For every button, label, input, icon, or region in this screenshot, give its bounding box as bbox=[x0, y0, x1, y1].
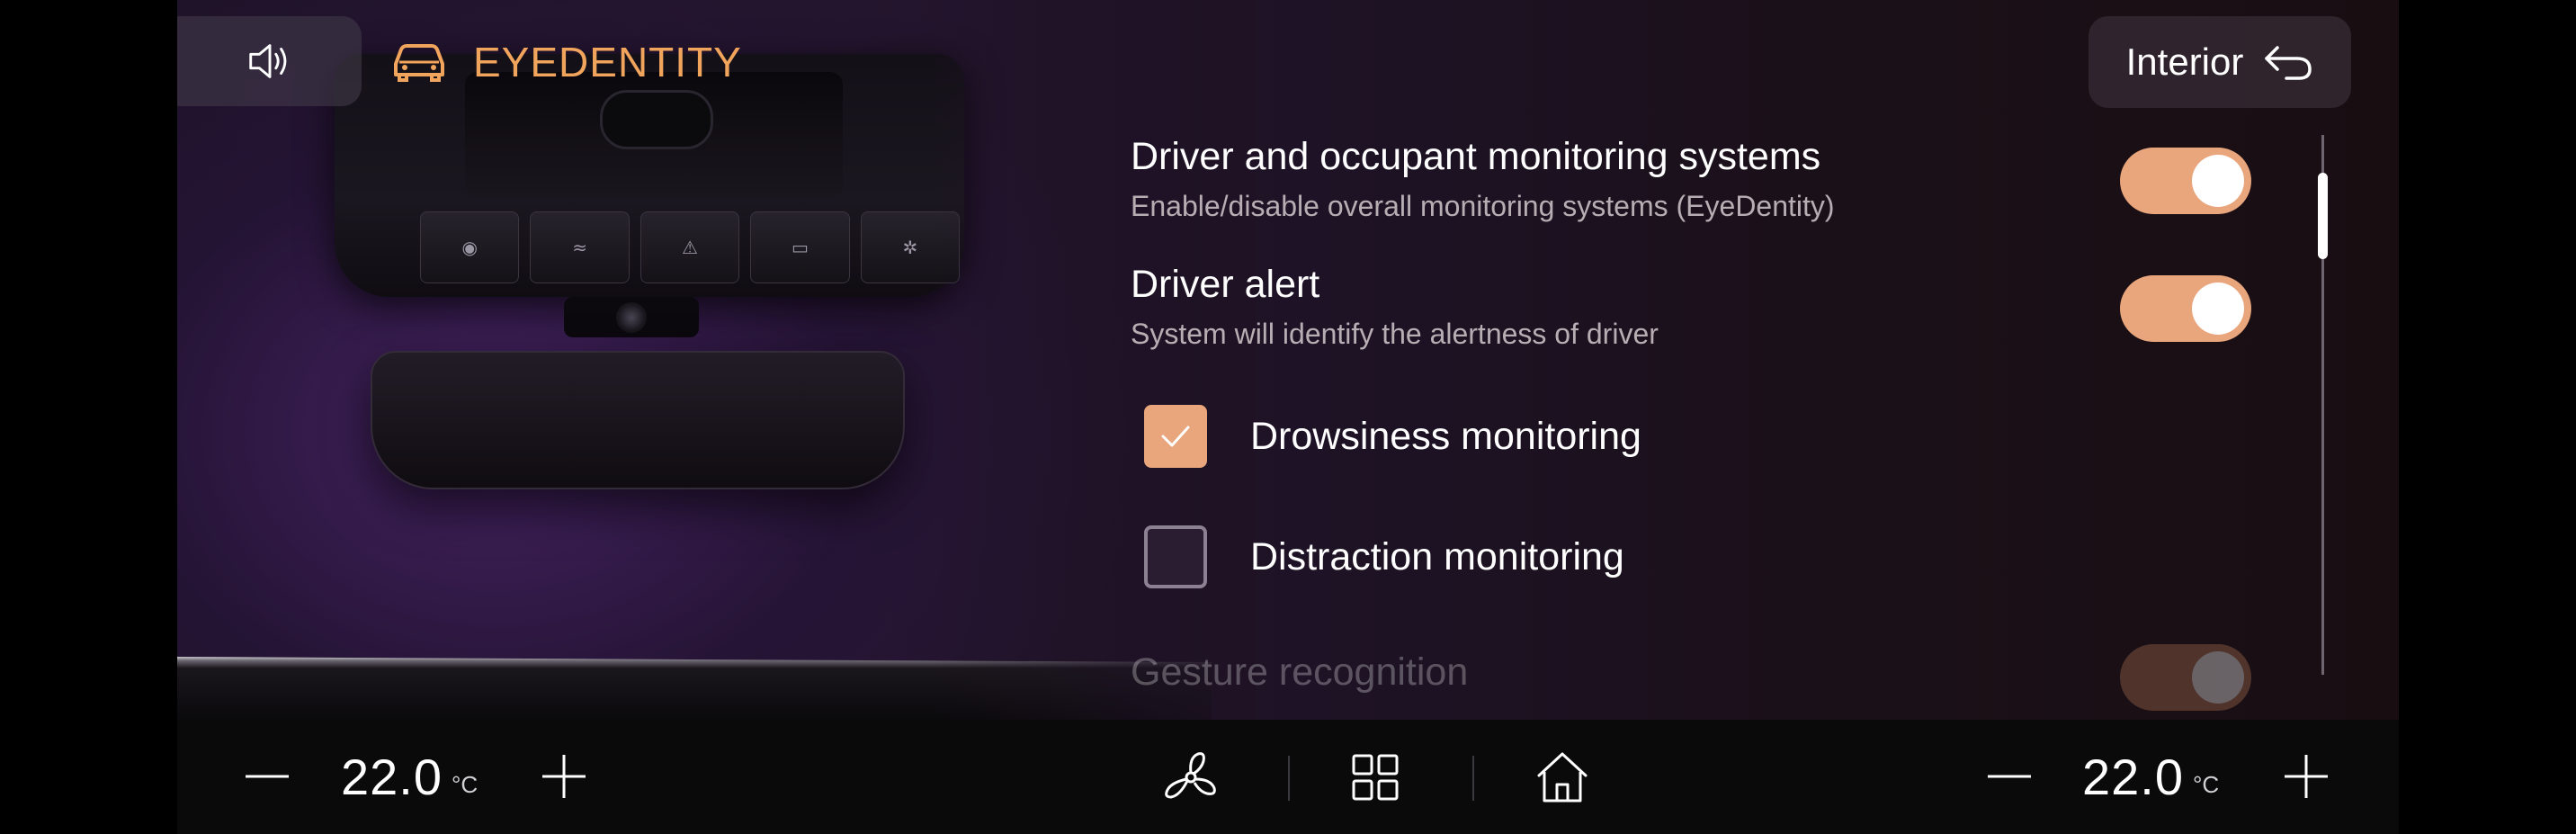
app-header: EYEDENTITY bbox=[390, 25, 742, 99]
minus-icon bbox=[246, 775, 289, 778]
monitoring-title: Driver and occupant monitoring systems bbox=[1131, 135, 1821, 178]
divider bbox=[1288, 756, 1290, 801]
drowsiness-label: Drowsiness monitoring bbox=[1250, 414, 1641, 458]
monitoring-description: Enable/disable overall monitoring system… bbox=[1131, 190, 1835, 222]
overhead-console-illustration: ◉ ≈ ⚠ ▭ ✲ bbox=[177, 0, 1212, 720]
back-arrow-icon bbox=[2265, 46, 2312, 80]
car-icon bbox=[394, 44, 444, 82]
scrollbar-thumb[interactable] bbox=[2318, 173, 2328, 259]
console-button: ✲ bbox=[860, 211, 961, 283]
right-temp-value: 22.0 bbox=[2082, 748, 2184, 805]
rearview-mirror bbox=[371, 351, 905, 489]
back-button-label: Interior bbox=[2125, 40, 2244, 83]
fan-icon bbox=[1165, 752, 1216, 799]
left-temperature: 22.0 °C bbox=[341, 745, 478, 808]
speaker-volume-icon bbox=[248, 44, 286, 78]
distraction-checkbox[interactable] bbox=[1144, 525, 1207, 588]
drowsiness-checkbox[interactable] bbox=[1144, 405, 1207, 468]
console-button: ◉ bbox=[420, 211, 520, 283]
apps-button[interactable] bbox=[1348, 750, 1402, 804]
driver-alert-description: System will identify the alertness of dr… bbox=[1131, 318, 1659, 350]
app-title: EYEDENTITY bbox=[473, 39, 742, 85]
driver-alert-title: Driver alert bbox=[1131, 263, 1320, 306]
left-temp-decrease-button[interactable] bbox=[240, 754, 294, 799]
distraction-option[interactable]: Distraction monitoring bbox=[1144, 524, 1624, 590]
driver-alert-setting: Driver alert System will identify the al… bbox=[1131, 263, 1659, 351]
console-button: ≈ bbox=[530, 211, 630, 283]
infotainment-screen: ◉ ≈ ⚠ ▭ ✲ EYEDENTITY Interior Driver and… bbox=[177, 0, 2399, 834]
home-button[interactable] bbox=[1534, 749, 1591, 806]
console-button: ▭ bbox=[750, 211, 850, 283]
plus-icon bbox=[542, 755, 586, 798]
right-temp-decrease-button[interactable] bbox=[1982, 754, 2036, 799]
plus-icon bbox=[2285, 755, 2328, 798]
climate-bar: 22.0 °C 22.0 °C bbox=[177, 720, 2399, 834]
monitoring-toggle[interactable] bbox=[2120, 148, 2251, 214]
minus-icon bbox=[1988, 775, 2031, 778]
driver-camera bbox=[564, 297, 699, 337]
drowsiness-option[interactable]: Drowsiness monitoring bbox=[1144, 403, 1641, 470]
driver-alert-toggle[interactable] bbox=[2120, 275, 2251, 342]
gesture-title: Gesture recognition bbox=[1131, 650, 1469, 694]
divider bbox=[1472, 756, 1474, 801]
gesture-setting: Gesture recognition bbox=[1131, 650, 1468, 695]
apps-grid-icon bbox=[1352, 754, 1399, 801]
left-temp-unit: °C bbox=[452, 770, 479, 798]
console-button: ⚠ bbox=[640, 211, 740, 283]
monitoring-setting: Driver and occupant monitoring systems E… bbox=[1131, 135, 1835, 223]
home-icon bbox=[1537, 752, 1588, 803]
left-temp-increase-button[interactable] bbox=[537, 754, 591, 799]
checkmark-icon bbox=[1161, 426, 1190, 447]
right-temp-increase-button[interactable] bbox=[2279, 754, 2333, 799]
back-button[interactable]: Interior bbox=[2089, 16, 2351, 108]
distraction-label: Distraction monitoring bbox=[1250, 534, 1624, 578]
fan-button[interactable] bbox=[1162, 749, 1220, 806]
right-temperature: 22.0 °C bbox=[2082, 745, 2219, 808]
console-buttons: ◉ ≈ ⚠ ▭ ✲ bbox=[420, 211, 961, 283]
sound-button[interactable] bbox=[177, 16, 362, 106]
left-temp-value: 22.0 bbox=[341, 748, 443, 805]
right-temp-unit: °C bbox=[2193, 770, 2220, 798]
windshield-edge bbox=[177, 657, 1212, 720]
gesture-toggle[interactable] bbox=[2120, 644, 2251, 711]
